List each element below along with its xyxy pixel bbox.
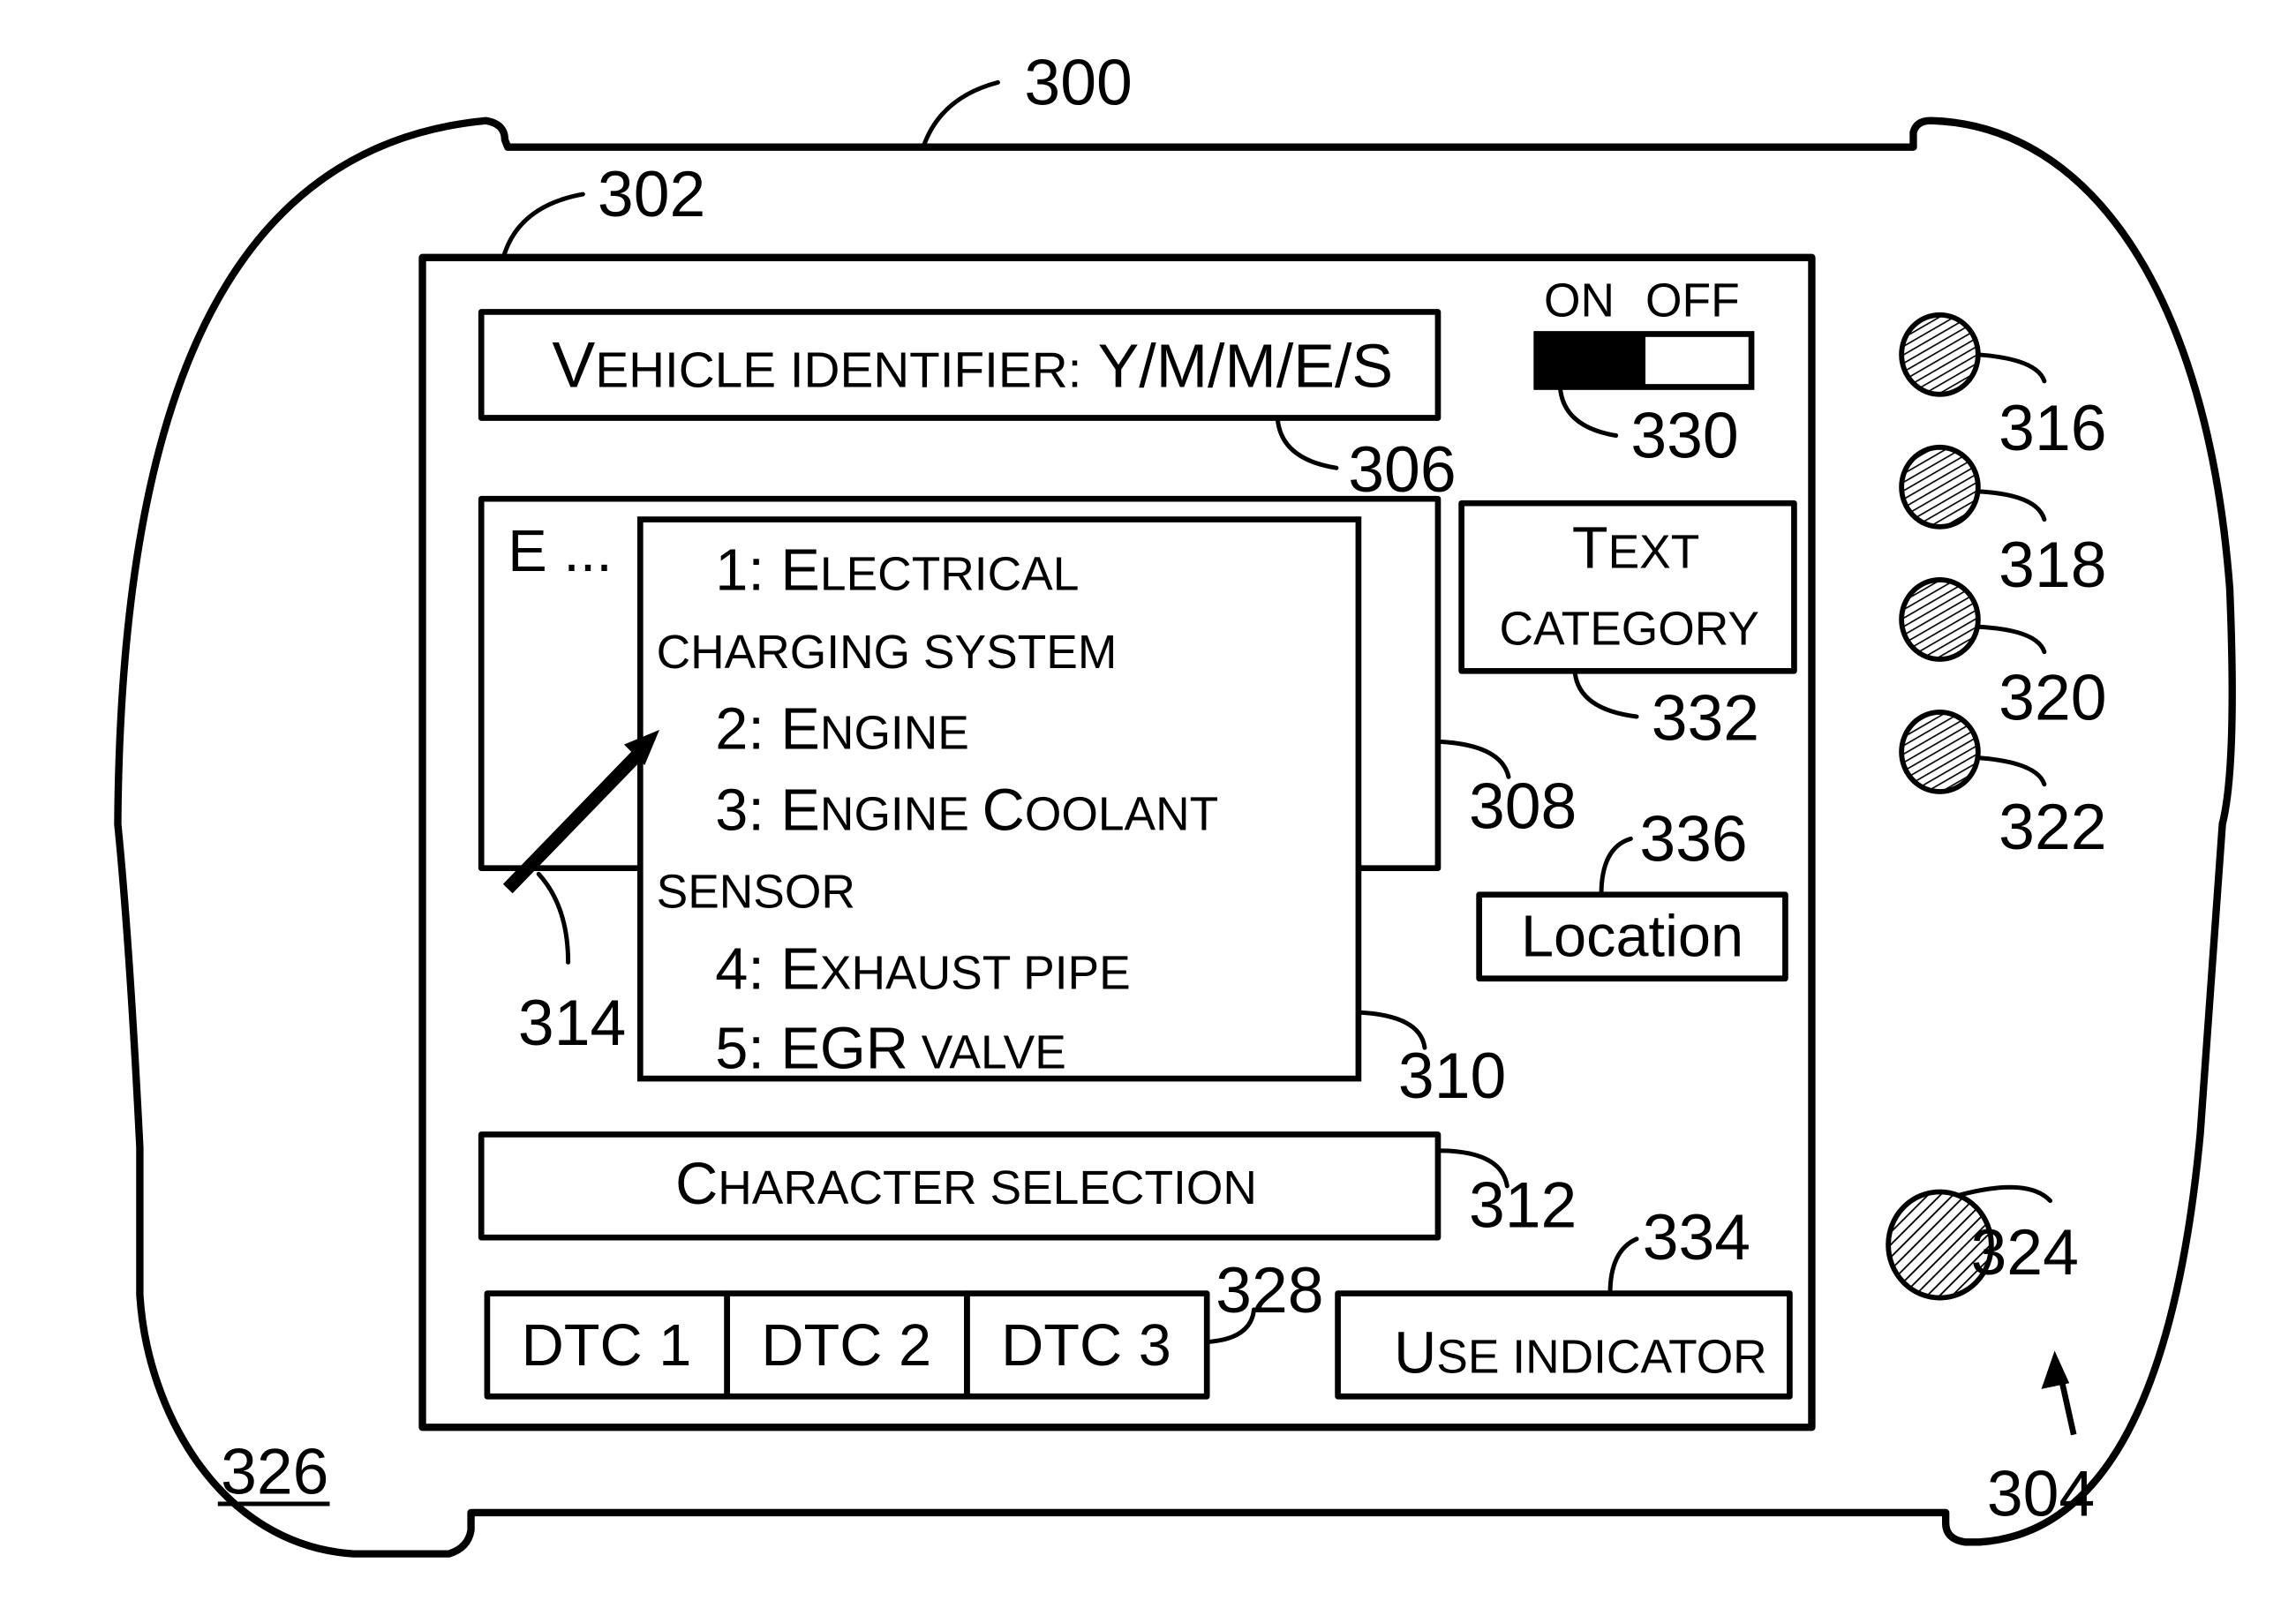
- ref-316: 316: [1999, 392, 2106, 464]
- ref-336: 336: [1639, 802, 1747, 875]
- ref-326: 326: [221, 1435, 328, 1507]
- text-category-line2: CATEGORY: [1499, 603, 1758, 655]
- ref-306: 306: [1348, 433, 1456, 506]
- ref-330: 330: [1630, 400, 1738, 472]
- character-selection-label: HARACTER SELECTION: [718, 1162, 1257, 1214]
- dtc-button-1[interactable]: DTC 1: [484, 1290, 730, 1400]
- text-entry-value: E ...: [508, 519, 613, 584]
- use-indicator-label: SE INDICATOR: [1436, 1332, 1766, 1384]
- suggestion-3-number: 3:: [715, 778, 780, 843]
- ref-332: 332: [1652, 682, 1759, 755]
- switch-knob[interactable]: [1536, 334, 1646, 387]
- pointer-arrow-icon: [502, 729, 659, 894]
- suggestion-item-4[interactable]: 4: EXHAUST PIPE: [657, 936, 1177, 1002]
- location-label: Location: [1521, 905, 1743, 970]
- dtc-1-label: DTC 1: [522, 1313, 692, 1379]
- leader-300: [922, 79, 1000, 147]
- vehicle-identifier-initial: V: [552, 328, 595, 401]
- power-switch[interactable]: ON OFF: [1533, 274, 1755, 390]
- dtc-2-label: DTC 2: [761, 1313, 931, 1379]
- dtc-button-group: DTC 1 DTC 2 DTC 3: [484, 1290, 1210, 1400]
- leader-322: [1976, 755, 2047, 787]
- svg-text:1: ELECTRICAL: 1: ELECTRICAL: [657, 538, 1125, 604]
- svg-text:TEXT: TEXT: [1526, 516, 1732, 582]
- suggestion-3-line2: SENSOR: [657, 867, 855, 919]
- vehicle-identifier-field[interactable]: VEHICLE IDENTIFIER: Y/M/M/E/S: [478, 309, 1442, 421]
- hardware-button-322[interactable]: [1899, 710, 1981, 794]
- suggestion-1-label: LECTRICAL: [820, 549, 1079, 601]
- ref-328: 328: [1216, 1254, 1323, 1326]
- suggestion-4-number: 4:: [715, 936, 780, 1002]
- leader-334: [1607, 1236, 1639, 1296]
- text-category-line1: EXT: [1608, 527, 1700, 579]
- hardware-button-320[interactable]: [1899, 576, 1981, 662]
- leader-306: [1275, 416, 1339, 470]
- leader-330: [1557, 384, 1619, 439]
- leader-318: [1976, 489, 2047, 522]
- suggestion-3-label: OOLANT: [1025, 788, 1218, 840]
- ref-304: 304: [1987, 1457, 2095, 1529]
- dtc-button-2[interactable]: DTC 2: [724, 1290, 970, 1400]
- suggestion-1-line2: CHARGING SYSTEM: [657, 627, 1118, 679]
- ref-314: 314: [518, 987, 626, 1059]
- ref-312: 312: [1469, 1169, 1577, 1242]
- ref-308: 308: [1469, 770, 1577, 843]
- leader-336: [1599, 836, 1633, 898]
- svg-text:VEHICLE IDENTIFIER: Y/M/M/E/S: VEHICLE IDENTIFIER: Y/M/M/E/S: [507, 328, 1427, 401]
- svg-text:3: ENGINE COOLANT: 3: ENGINE COOLANT: [657, 778, 1264, 843]
- suggestion-2-label: NGINE: [820, 708, 969, 760]
- ref-322: 322: [1999, 791, 2106, 863]
- switch-on-label: ON: [1544, 274, 1615, 327]
- switch-off-label: OFF: [1645, 274, 1740, 327]
- svg-text:4: EXHAUST PIPE: 4: EXHAUST PIPE: [657, 936, 1177, 1002]
- ref-310: 310: [1398, 1040, 1506, 1112]
- suggestion-2-number: 2:: [715, 697, 780, 763]
- suggestion-item-5[interactable]: 5: EGR VALVE: [657, 1016, 1112, 1081]
- arrow-up-icon: [2041, 1350, 2077, 1436]
- svg-text:CHARACTER SELECTION: CHARACTER SELECTION: [629, 1152, 1290, 1217]
- character-selection-bar[interactable]: CHARACTER SELECTION: [478, 1131, 1442, 1241]
- leader-324: [1958, 1184, 2053, 1203]
- ref-302: 302: [598, 158, 705, 230]
- leader-332: [1572, 668, 1639, 719]
- ref-324: 324: [1971, 1216, 2079, 1289]
- ref-334: 334: [1643, 1201, 1750, 1274]
- ref-320: 320: [1999, 661, 2106, 733]
- leader-314: [536, 871, 571, 965]
- text-category-button[interactable]: TEXT CATEGORY: [1458, 500, 1797, 674]
- dtc-3-label: DTC 3: [1001, 1313, 1171, 1379]
- vehicle-identifier-label: EHICLE IDENTIFIER:: [595, 342, 1081, 398]
- svg-text:USE INDICATOR: USE INDICATOR: [1348, 1321, 1799, 1386]
- suggestion-1-number: 1:: [715, 538, 780, 604]
- device-diagram: 300 302 VEHICLE IDENTIFIER: Y/M/M/E/S 30…: [114, 46, 2236, 1558]
- svg-text:5: EGR VALVE: 5: EGR VALVE: [657, 1016, 1112, 1081]
- character-selection-initial: C: [675, 1152, 718, 1217]
- vehicle-identifier-value: Y/M/M/E/S: [1081, 331, 1393, 400]
- location-button[interactable]: Location: [1476, 891, 1788, 982]
- suggestion-5-number: 5:: [715, 1016, 780, 1081]
- leader-302: [501, 192, 585, 260]
- hardware-button-316[interactable]: [1899, 312, 1981, 397]
- suggestion-5-label: VALVE: [908, 1026, 1066, 1078]
- leader-316: [1976, 352, 2047, 384]
- use-indicator-initial: U: [1394, 1321, 1436, 1386]
- leader-320: [1976, 624, 2047, 655]
- ref-318: 318: [1999, 529, 2106, 601]
- suggestion-list: 1: ELECTRICAL CHARGING SYSTEM 2: ENGINE …: [636, 516, 1362, 1082]
- text-category-initial: T: [1572, 516, 1608, 582]
- dtc-button-3[interactable]: DTC 3: [964, 1290, 1210, 1400]
- suggestion-4-label: XHAUST PIPE: [820, 947, 1131, 999]
- use-indicator: USE INDICATOR: [1335, 1290, 1799, 1400]
- hardware-button-318[interactable]: [1899, 444, 1981, 530]
- ref-300: 300: [1024, 46, 1132, 118]
